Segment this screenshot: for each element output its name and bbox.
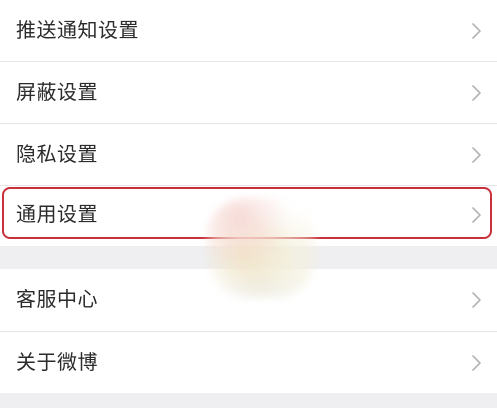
settings-row-label: 推送通知设置 xyxy=(16,18,139,42)
chevron-right-icon xyxy=(472,146,481,163)
settings-row-label: 屏蔽设置 xyxy=(16,80,98,104)
settings-row-label: 客服中心 xyxy=(16,287,98,311)
chevron-right-icon xyxy=(472,22,481,39)
chevron-right-icon xyxy=(472,206,481,223)
settings-row-label: 通用设置 xyxy=(16,202,98,226)
chevron-right-icon xyxy=(472,291,481,308)
chevron-right-icon xyxy=(472,354,481,371)
chevron-right-icon xyxy=(472,84,481,101)
settings-row-privacy[interactable]: 隐私设置 xyxy=(0,124,497,185)
blurred-watermark xyxy=(206,198,316,298)
settings-row-about[interactable]: 关于微博 xyxy=(0,332,497,393)
settings-row-block-settings[interactable]: 屏蔽设置 xyxy=(0,62,497,123)
settings-row-push-notifications[interactable]: 推送通知设置 xyxy=(0,0,497,61)
settings-row-label: 隐私设置 xyxy=(16,142,98,166)
settings-row-label: 关于微博 xyxy=(16,350,98,374)
